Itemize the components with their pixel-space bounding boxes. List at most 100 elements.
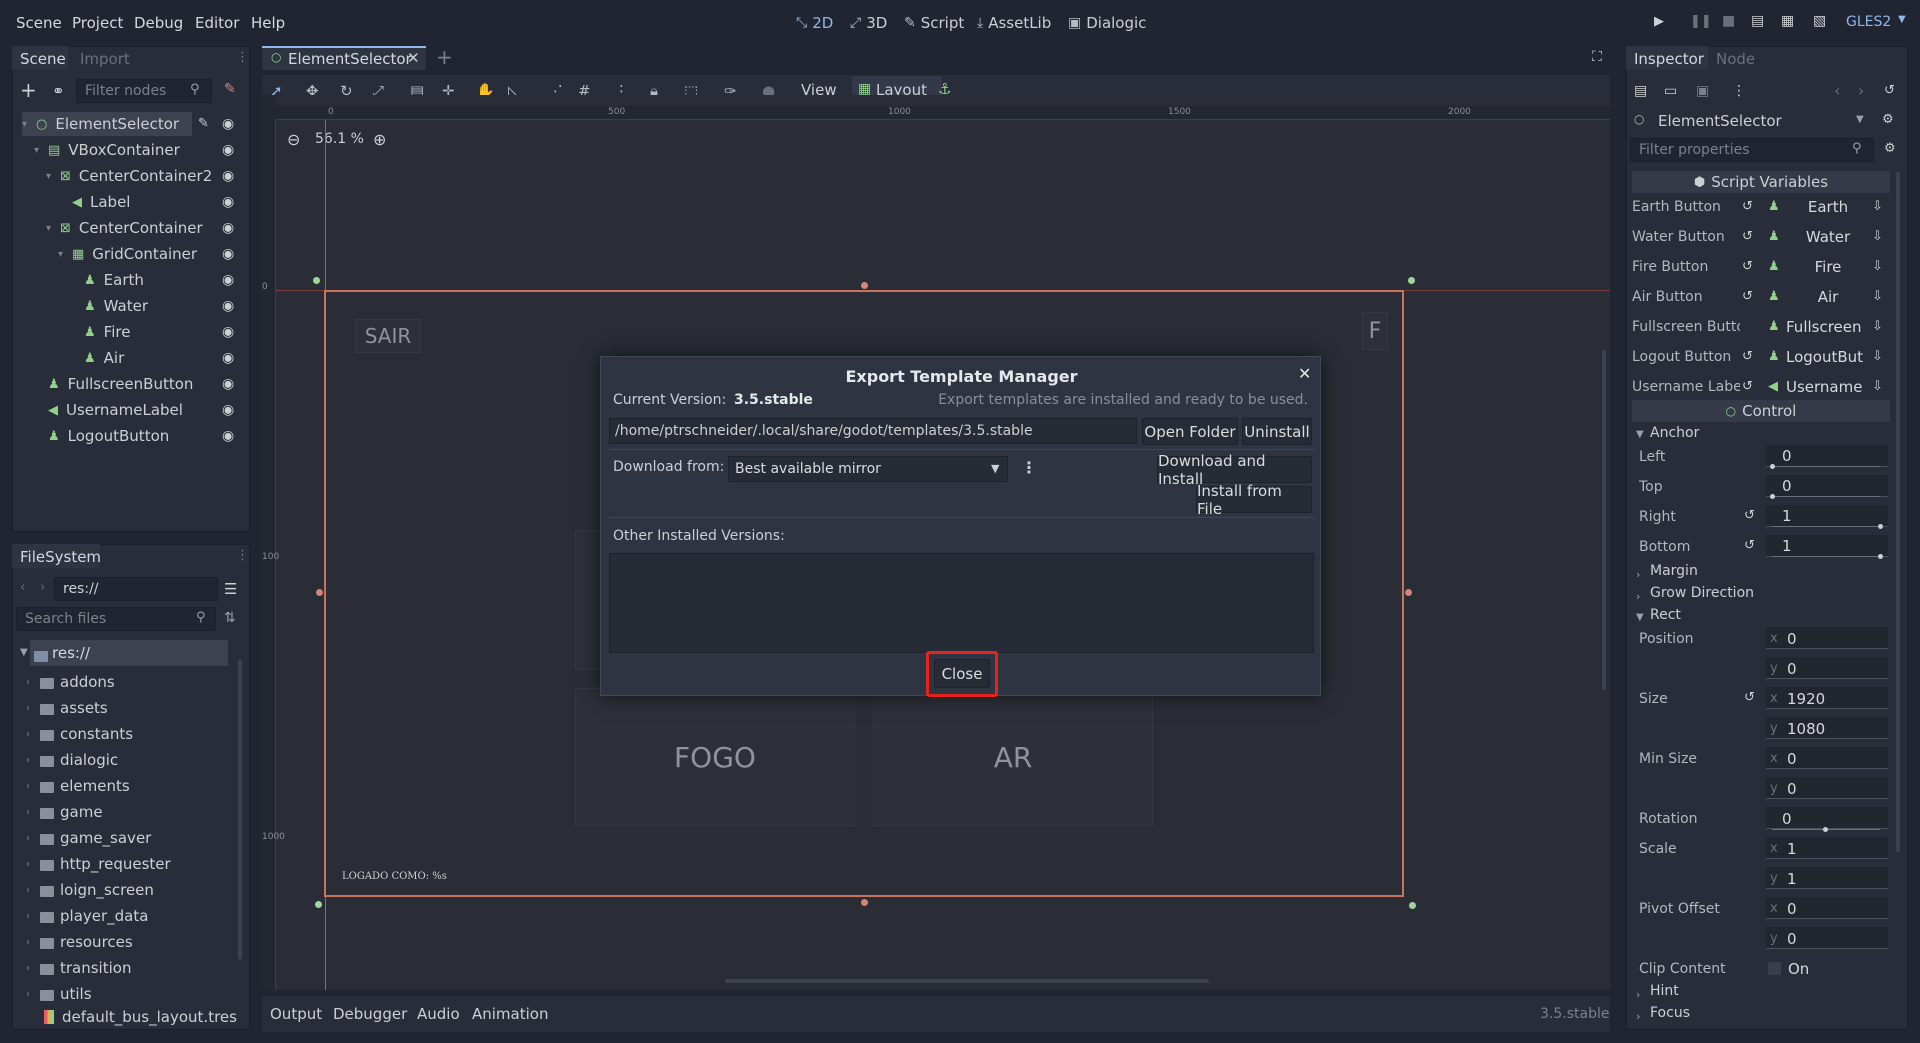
workspace-script[interactable]: ✎ Script xyxy=(904,14,964,32)
visibility-eye-icon[interactable]: ◉ xyxy=(222,168,234,184)
bottom-tab-debugger[interactable]: Debugger xyxy=(333,1005,407,1023)
close-tab-icon[interactable]: ✕ xyxy=(407,49,420,67)
position-y-field[interactable] xyxy=(1766,657,1888,679)
anchor-revert-icon[interactable]: ↺ xyxy=(1744,508,1755,523)
grow-direction-group[interactable]: Grow Direction xyxy=(1650,585,1754,601)
visibility-eye-icon[interactable]: ◉ xyxy=(222,194,234,210)
anchor-slider-grabber[interactable] xyxy=(1770,494,1775,499)
handle-b[interactable] xyxy=(861,899,868,906)
canvas-fogo-button[interactable]: FOGO xyxy=(575,688,855,826)
fs-folder-dialogic[interactable]: › dialogic xyxy=(26,748,118,772)
hint-group[interactable]: Hint xyxy=(1650,983,1679,999)
anchor-slider-grabber[interactable] xyxy=(1878,524,1883,529)
fs-file-row[interactable]: default_bus_layout.tres xyxy=(44,1005,237,1029)
workspace-dialogic[interactable]: ▣ Dialogic xyxy=(1068,14,1146,32)
size-revert-icon[interactable]: ↺ xyxy=(1744,690,1755,705)
pivot-y-field[interactable] xyxy=(1766,927,1888,949)
anchor-slider-grabber[interactable] xyxy=(1770,464,1775,469)
fs-folder-elements[interactable]: › elements xyxy=(26,774,130,798)
fs-scrollbar[interactable] xyxy=(238,660,242,960)
search-files-input[interactable]: Search files xyxy=(16,607,216,631)
object-properties-icon[interactable]: ⚙ xyxy=(1882,112,1894,127)
workspace-2d[interactable]: ⤡ 2D xyxy=(796,14,833,32)
anchor-slider[interactable] xyxy=(1772,556,1880,557)
play-custom-icon[interactable]: ▦ xyxy=(1781,13,1794,29)
min-size-x-field[interactable] xyxy=(1766,747,1888,769)
fs-folder-http_requester[interactable]: › http_requester xyxy=(26,852,171,876)
anchor-slider[interactable] xyxy=(1772,496,1880,497)
assign-icon[interactable]: ⇩ xyxy=(1872,319,1883,334)
workspace-assetlib[interactable]: ⤓ AssetLib xyxy=(977,14,1051,32)
visibility-eye-icon[interactable]: ◉ xyxy=(222,428,234,444)
folder-chevron-icon[interactable]: › xyxy=(26,911,34,922)
scene-menu-icon[interactable]: ⋮ xyxy=(236,50,249,65)
visibility-eye-icon[interactable]: ◉ xyxy=(222,324,234,340)
folder-chevron-icon[interactable]: › xyxy=(26,781,34,792)
history-back-icon[interactable]: ‹ xyxy=(1834,81,1840,100)
scene-node-usernamelabel[interactable]: ◀ UsernameLabel xyxy=(34,398,228,422)
handle-l[interactable] xyxy=(316,589,323,596)
canvas-f-button[interactable]: F xyxy=(1362,312,1388,350)
open-resource-icon[interactable]: ▭ xyxy=(1664,83,1677,99)
revert-icon[interactable]: ↺ xyxy=(1742,289,1753,304)
renderer-select[interactable]: GLES2 xyxy=(1846,14,1891,30)
link-icon[interactable]: ⚭ xyxy=(52,82,65,100)
viewport-hscroll[interactable] xyxy=(725,979,1209,983)
mirror-select[interactable]: Best available mirror xyxy=(728,456,1008,482)
folder-chevron-icon[interactable]: › xyxy=(26,755,34,766)
bottom-tab-audio[interactable]: Audio xyxy=(417,1005,460,1023)
visibility-eye-icon[interactable]: ◉ xyxy=(222,298,234,314)
pivot-x-field[interactable] xyxy=(1766,897,1888,919)
script-attach-icon[interactable]: ✎ xyxy=(224,81,236,97)
expand-chevron-icon[interactable]: ▾ xyxy=(58,249,66,260)
menu-debug[interactable]: Debug xyxy=(134,14,183,32)
scene-node-earth[interactable]: ♟ Earth xyxy=(70,268,228,292)
menu-scene[interactable]: Scene xyxy=(16,14,62,32)
visibility-eye-icon[interactable]: ◉ xyxy=(222,246,234,262)
handle-tr[interactable] xyxy=(1408,277,1415,284)
size-y-field[interactable] xyxy=(1766,717,1888,739)
scene-node-fire[interactable]: ♟ Fire xyxy=(70,320,228,344)
folder-chevron-icon[interactable]: › xyxy=(26,677,34,688)
scale-y-field[interactable] xyxy=(1766,867,1888,889)
fs-folder-game_saver[interactable]: › game_saver xyxy=(26,826,151,850)
add-node-icon[interactable]: + xyxy=(20,80,37,100)
tab-inspector[interactable]: Inspector xyxy=(1626,46,1708,70)
zoom-out-icon[interactable]: ⊖ xyxy=(287,130,300,149)
scene-node-logoutbutton[interactable]: ♟ LogoutButton xyxy=(34,424,228,448)
canvas-sair-button[interactable]: SAIR xyxy=(355,319,421,353)
back-icon[interactable]: ‹ xyxy=(20,580,25,595)
handle-br[interactable] xyxy=(1409,902,1416,909)
property-settings-icon[interactable]: ⚙ xyxy=(1884,141,1896,156)
anchor-slider-grabber[interactable] xyxy=(1878,554,1883,559)
fs-folder-utils[interactable]: › utils xyxy=(26,982,92,1006)
scene-node-water[interactable]: ♟ Water xyxy=(70,294,228,318)
anchor-slider[interactable] xyxy=(1772,526,1880,527)
folder-chevron-icon[interactable]: › xyxy=(26,937,34,948)
tab-scene[interactable]: Scene xyxy=(12,46,68,70)
handle-tl[interactable] xyxy=(313,277,320,284)
filesystem-menu-icon[interactable]: ⋮ xyxy=(236,548,249,563)
forward-icon[interactable]: › xyxy=(40,580,45,595)
history-icon[interactable]: ↺ xyxy=(1884,83,1895,98)
control-section[interactable]: ○ Control xyxy=(1632,400,1890,422)
focus-group[interactable]: Focus xyxy=(1650,1005,1690,1021)
templates-path-field[interactable]: /home/ptrschneider/.local/share/godot/te… xyxy=(609,418,1137,444)
scene-node-fullscreenbutton[interactable]: ♟ FullscreenButton xyxy=(34,372,228,396)
visibility-eye-icon[interactable]: ◉ xyxy=(222,220,234,236)
filter-properties-input[interactable]: Filter properties xyxy=(1630,138,1874,162)
menu-project[interactable]: Project xyxy=(72,14,123,32)
play-scene-icon[interactable]: ▤ xyxy=(1751,13,1764,29)
inspector-menu-icon[interactable]: ⋮ xyxy=(1732,83,1746,99)
handle-bl[interactable] xyxy=(315,901,322,908)
attached-script-icon[interactable]: ✎ xyxy=(198,116,209,131)
rotation-slider-grabber[interactable] xyxy=(1823,827,1828,832)
folder-chevron-icon[interactable]: › xyxy=(26,833,34,844)
path-input[interactable]: res:// xyxy=(54,577,218,601)
movie-icon[interactable]: ▧ xyxy=(1813,13,1826,29)
fs-folder-addons[interactable]: › addons xyxy=(26,670,115,694)
fs-folder-resources[interactable]: › resources xyxy=(26,930,133,954)
assign-icon[interactable]: ⇩ xyxy=(1872,229,1883,244)
expand-chevron-icon[interactable]: ▾ xyxy=(34,145,42,156)
menu-editor[interactable]: Editor xyxy=(195,14,239,32)
